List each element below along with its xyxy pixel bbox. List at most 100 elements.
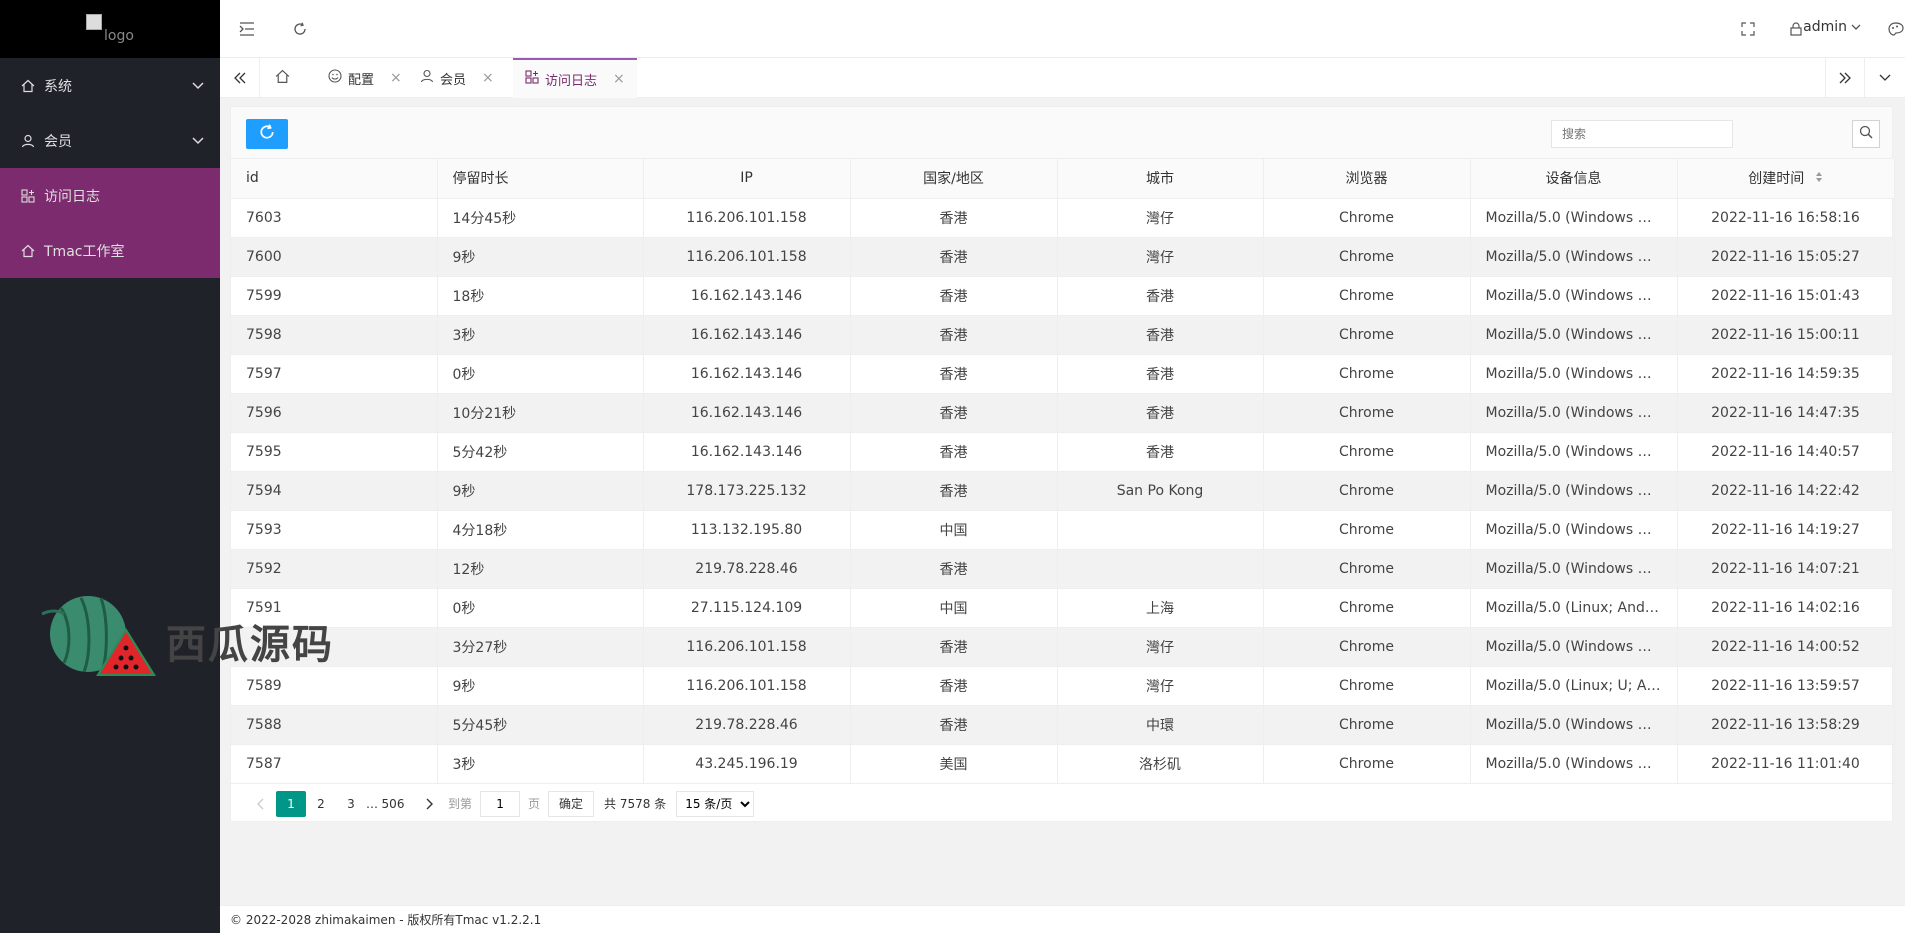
sidebar-item-label: Tmac工作室 (44, 243, 125, 260)
table-row[interactable]: 7592 12秒 219.78.228.46 香港 Chrome Mozilla/5.0 … (231, 549, 1895, 589)
cell-browser: Chrome (1263, 237, 1471, 277)
sidebar-item-tmac[interactable]: Tmac工作室 (0, 223, 220, 278)
tab-member[interactable]: 会员 × (408, 58, 506, 98)
table-row[interactable]: 7594 9秒 178.173.225.132 香港 San Po Kong Chrome… (231, 471, 1895, 511)
column-header-duration[interactable]: 停留时长 (437, 159, 644, 199)
cell-city: 灣仔 (1057, 627, 1264, 667)
cell-ip: 16.162.143.146 (643, 315, 851, 355)
column-header-city[interactable]: 城市 (1057, 159, 1264, 199)
logo-image: logo (86, 14, 134, 44)
table-row[interactable]: 7588 5分45秒 219.78.228.46 香港 中環 Chrome Mozilla/… (231, 705, 1895, 745)
logo[interactable]: logo (0, 0, 220, 58)
cell-ip: 116.206.101.158 (643, 198, 851, 238)
close-icon[interactable]: × (482, 70, 494, 86)
sidebar-item-label: 系统 (44, 78, 72, 95)
cell-ip: 178.173.225.132 (643, 471, 851, 511)
table-row[interactable]: 7600 9秒 116.206.101.158 香港 灣仔 Chrome Mozilla/5… (231, 237, 1895, 277)
table-row[interactable]: 7587 3秒 43.245.196.19 美国 洛杉矶 Chrome Mozilla/5.… (231, 744, 1895, 784)
sidebar-item-member[interactable]: 会员 (0, 113, 220, 168)
tabs-menu-chevron-down-icon[interactable] (1865, 58, 1905, 98)
cell-city: 中環 (1057, 705, 1264, 745)
sort-icon[interactable] (1815, 171, 1823, 187)
sidebar-item-system[interactable]: 系统 (0, 58, 220, 113)
cell-device: Mozilla/5.0 (Windows NT ... (1470, 627, 1678, 667)
theme-icon[interactable] (1887, 20, 1905, 38)
search-input[interactable] (1551, 120, 1733, 148)
cell-city: 香港 (1057, 393, 1264, 433)
tabs-scroll-left-icon[interactable] (220, 58, 260, 98)
fullscreen-icon[interactable] (1739, 20, 1757, 38)
cell-created: 2022-11-16 15:05:27 (1677, 237, 1895, 277)
cell-country: 香港 (850, 432, 1058, 472)
cell-created: 2022-11-16 11:01:40 (1677, 744, 1895, 784)
tab-visit-log[interactable]: 访问日志 × (513, 58, 637, 98)
refresh-button[interactable] (246, 119, 288, 149)
table-row[interactable]: 7595 5分42秒 16.162.143.146 香港 香港 Chrome Mozilla… (231, 432, 1895, 472)
page-button[interactable]: 3 (336, 791, 366, 817)
table-row[interactable]: 3分27秒 116.206.101.158 香港 灣仔 Chrome Mozilla/5.… (231, 627, 1895, 667)
cell-created: 2022-11-16 13:58:29 (1677, 705, 1895, 745)
column-header-ip[interactable]: IP (643, 159, 851, 199)
table-row[interactable]: 7598 3秒 16.162.143.146 香港 香港 Chrome Mozilla/5.… (231, 315, 1895, 355)
cell-country: 香港 (850, 354, 1058, 394)
table-row[interactable]: 7599 18秒 16.162.143.146 香港 香港 Chrome Mozilla/5… (231, 276, 1895, 316)
cell-city (1057, 510, 1264, 550)
page-ellipsis: … (366, 796, 378, 811)
log-table-card: id 停留时长 IP 国家/地区 城市 浏览器 设备信息 创建时间 760314… (230, 106, 1895, 822)
cell-country: 香港 (850, 393, 1058, 433)
header: admin (220, 0, 1905, 58)
cell-duration: 5分45秒 (437, 705, 644, 745)
sidebar-item-label: 访问日志 (44, 188, 100, 205)
cell-device: Mozilla/5.0 (Linux; U; And... (1470, 666, 1678, 706)
menu-fold-icon[interactable] (238, 20, 256, 38)
close-icon[interactable]: × (613, 71, 625, 87)
column-header-device[interactable]: 设备信息 (1470, 159, 1678, 199)
goto-label: 到第 (448, 797, 473, 811)
cell-country: 香港 (850, 198, 1058, 238)
cell-device: Mozilla/5.0 (Windows NT ... (1470, 237, 1678, 277)
column-header-country[interactable]: 国家/地区 (850, 159, 1058, 199)
page-button-last[interactable]: 506 (378, 791, 408, 817)
refresh-icon[interactable] (291, 20, 309, 38)
page-unit-label: 页 (528, 797, 541, 811)
cell-ip: 27.115.124.109 (643, 588, 851, 628)
column-header-created[interactable]: 创建时间 (1677, 159, 1895, 199)
cell-country: 香港 (850, 276, 1058, 316)
tabs-scroll-right-icon[interactable] (1825, 58, 1865, 98)
goto-page-input[interactable] (480, 790, 521, 817)
page-button-current[interactable]: 1 (276, 790, 306, 817)
table-row[interactable]: 7589 9秒 116.206.101.158 香港 灣仔 Chrome Mozilla/5… (231, 666, 1895, 706)
sidebar-item-visit-log[interactable]: 访问日志 (0, 168, 220, 223)
close-icon[interactable]: × (390, 70, 402, 86)
table-row[interactable]: 7603 14分45秒 116.206.101.158 香港 灣仔 Chrome Mozil… (231, 198, 1895, 238)
cell-created: 2022-11-16 13:59:57 (1677, 666, 1895, 706)
next-page-icon[interactable] (414, 791, 444, 817)
page-button[interactable]: 2 (306, 791, 336, 817)
cell-city: 洛杉矶 (1057, 744, 1264, 784)
smile-icon (328, 69, 342, 87)
total-count: 共 7578 条 (604, 797, 667, 811)
table-row[interactable]: 7596 10分21秒 16.162.143.146 香港 香港 Chrome Mozill… (231, 393, 1895, 433)
user-menu[interactable]: admin (1803, 19, 1861, 35)
page-size-select[interactable]: 15 条/页 (676, 790, 755, 817)
cell-device: Mozilla/5.0 (Windows NT ... (1470, 705, 1678, 745)
cell-id: 7593 (231, 510, 438, 550)
table-row[interactable]: 7591 0秒 27.115.124.109 中国 上海 Chrome Mozilla/5.… (231, 588, 1895, 628)
search-button[interactable] (1852, 120, 1880, 148)
cell-ip: 116.206.101.158 (643, 237, 851, 277)
watermark-text: 西瓜源码 (166, 622, 334, 668)
column-header-browser[interactable]: 浏览器 (1263, 159, 1471, 199)
chevron-down-icon (192, 78, 204, 94)
cell-country: 香港 (850, 549, 1058, 589)
goto-confirm-button[interactable]: 确定 (548, 790, 595, 817)
cell-device: Mozilla/5.0 (Windows NT ... (1470, 744, 1678, 784)
cell-id: 7603 (231, 198, 438, 238)
visit-log-table: id 停留时长 IP 国家/地区 城市 浏览器 设备信息 创建时间 7603 14… (231, 159, 1895, 784)
column-header-id[interactable]: id (231, 159, 438, 199)
table-row[interactable]: 7593 4分18秒 113.132.195.80 中国 Chrome Mozilla/5… (231, 510, 1895, 550)
tab-home[interactable] (260, 58, 304, 98)
prev-page-icon[interactable] (246, 791, 276, 817)
tab-config[interactable]: 配置 × (316, 58, 414, 98)
table-row[interactable]: 7597 0秒 16.162.143.146 香港 香港 Chrome Mozilla/5.… (231, 354, 1895, 394)
copyright-text: © 2022-2028 zhimakaimen - 版权所有Tmac v1.2.… (230, 913, 542, 927)
